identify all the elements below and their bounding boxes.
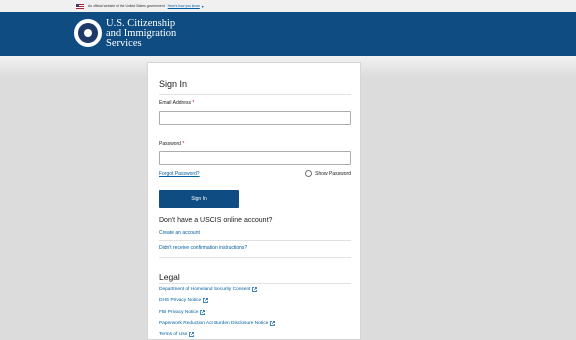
email-label: Email Address * [159, 100, 195, 106]
show-password-label: Show Password [315, 170, 351, 177]
divider [159, 257, 351, 258]
divider [159, 94, 351, 95]
forgot-password-link[interactable]: Forgot Password? [159, 171, 200, 177]
agency-logo-text[interactable]: U.S. Citizenship and Immigration Service… [106, 18, 176, 49]
password-field[interactable] [159, 151, 351, 165]
confirmation-instructions-link[interactable]: Didn't receive confirmation instructions… [159, 245, 247, 251]
legal-link-terms-of-use[interactable]: Terms of Use [159, 332, 195, 337]
external-link-icon [270, 321, 276, 326]
legal-link-paperwork-reduction[interactable]: Paperwork Reduction Act Burden Disclosur… [159, 321, 276, 326]
external-link-icon [189, 332, 195, 337]
legal-heading: Legal [159, 272, 180, 282]
show-password-toggle[interactable]: Show Password [305, 170, 351, 177]
gov-banner: An official website of the United States… [0, 0, 576, 12]
legal-link-fbi-privacy[interactable]: FBI Privacy Notice [159, 310, 206, 315]
external-link-icon [252, 287, 258, 292]
divider [159, 283, 351, 284]
signin-title: Sign In [159, 79, 188, 89]
chevron-down-icon[interactable]: ▾ [202, 4, 204, 9]
legal-link-dhs-consent[interactable]: Department of Homeland Security Consent [159, 287, 258, 292]
agency-name-line3: Services [106, 38, 142, 49]
external-link-icon [203, 298, 208, 303]
show-password-radio[interactable] [305, 170, 313, 177]
signin-card: Sign In Email Address * Password * Forgo… [147, 62, 361, 340]
legal-link-dhs-privacy[interactable]: DHS Privacy Notice [159, 298, 208, 303]
divider [159, 240, 351, 241]
create-account-link[interactable]: Create an account [159, 230, 200, 236]
password-label: Password * [159, 141, 185, 147]
email-field[interactable] [159, 111, 351, 125]
gov-banner-link[interactable]: Here's how you know [168, 4, 200, 8]
dhs-seal-icon[interactable] [74, 19, 102, 47]
no-account-heading: Don't have a USCIS online account? [159, 217, 273, 224]
us-flag-icon [76, 3, 84, 9]
sign-in-button[interactable]: Sign In [159, 190, 239, 208]
gov-banner-text: An official website of the United States… [88, 4, 165, 8]
external-link-icon [200, 310, 206, 315]
